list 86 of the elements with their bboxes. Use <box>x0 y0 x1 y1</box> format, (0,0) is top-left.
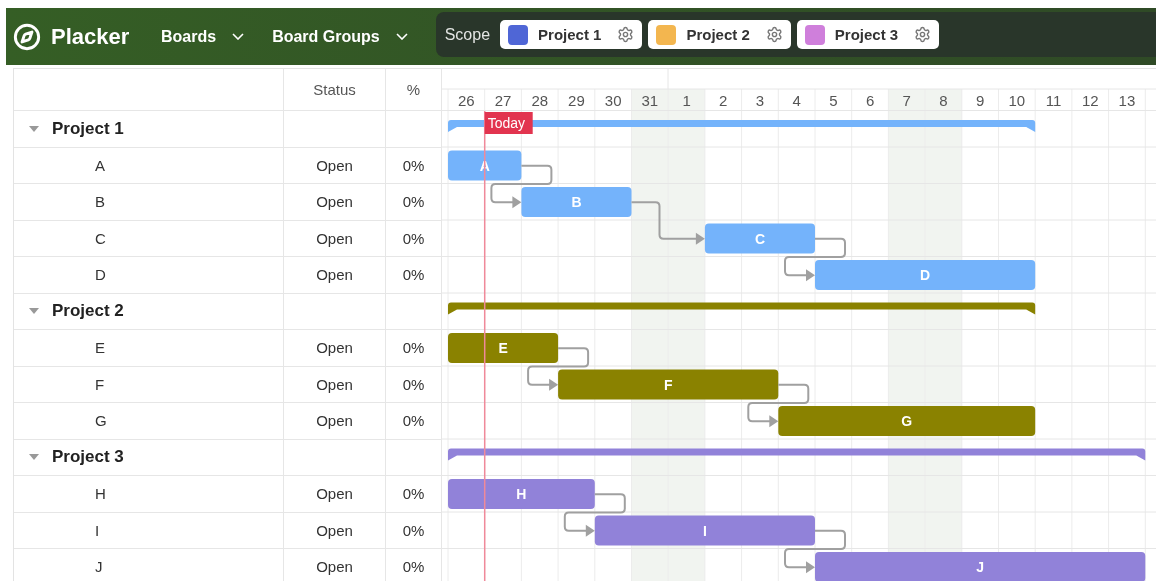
nav-menu[interactable]: Board Groups <box>272 27 408 46</box>
status-text: Open <box>316 485 353 503</box>
dependency-arrow <box>490 164 553 209</box>
task-bar[interactable]: H <box>448 479 595 509</box>
today-marker: Today <box>484 112 533 134</box>
task-bar[interactable]: J <box>815 552 1146 581</box>
day-label: 29 <box>568 92 585 109</box>
dependency-arrow <box>527 347 590 391</box>
dependency-arrow <box>747 383 810 428</box>
column-header: Status <box>313 81 356 98</box>
settings-icon[interactable] <box>617 26 635 43</box>
caret-icon[interactable] <box>29 125 39 132</box>
scope-label: Scope <box>444 25 491 44</box>
task-bar[interactable]: F <box>558 369 779 400</box>
task-name: E <box>95 339 105 357</box>
percent-text: 0% <box>402 521 425 539</box>
day-label: 4 <box>792 92 801 109</box>
task-bar[interactable]: B <box>521 187 632 217</box>
task-name: B <box>95 193 105 211</box>
percent-text: 0% <box>402 156 425 174</box>
status-text: Open <box>316 412 353 430</box>
chevron-icon <box>395 33 408 40</box>
logo-icon <box>13 22 41 51</box>
task-bar[interactable]: D <box>815 260 1036 290</box>
day-label: 5 <box>829 92 838 109</box>
day-label: 30 <box>604 92 622 109</box>
project-chip[interactable]: Project 1 <box>500 20 643 49</box>
percent-text: 0% <box>402 485 425 503</box>
app-name: Placker <box>51 23 130 50</box>
status-text: Open <box>316 521 353 539</box>
group-name: Project 1 <box>52 118 124 139</box>
group-name: Project 2 <box>52 301 124 322</box>
dependency-arrow <box>784 529 846 574</box>
day-label: 10 <box>1008 92 1026 109</box>
task-name: G <box>95 412 107 430</box>
task-name: J <box>95 558 103 576</box>
day-label: 8 <box>939 92 948 109</box>
status-text: Open <box>316 266 353 284</box>
task-name: H <box>95 485 106 503</box>
dependency-arrow <box>563 493 626 537</box>
task-bar[interactable]: I <box>594 515 815 546</box>
group-name: Project 3 <box>52 447 124 468</box>
task-bar[interactable]: G <box>778 406 1036 436</box>
nav-menu[interactable]: Boards <box>161 27 245 46</box>
caret-icon[interactable] <box>29 454 39 461</box>
percent-text: 0% <box>402 558 425 576</box>
percent-text: 0% <box>402 229 425 247</box>
status-text: Open <box>316 375 353 393</box>
column-header: % <box>406 81 421 98</box>
day-label: 3 <box>755 92 765 109</box>
day-label: 13 <box>1118 92 1136 109</box>
percent-text: 0% <box>402 375 425 393</box>
day-label: 12 <box>1081 92 1099 109</box>
task-bar[interactable]: C <box>704 223 815 254</box>
percent-text: 0% <box>402 412 425 430</box>
day-label: 1 <box>682 92 691 109</box>
percent-text: 0% <box>402 193 425 211</box>
day-label: 27 <box>494 92 512 109</box>
status-text: Open <box>316 193 353 211</box>
task-name: F <box>95 375 105 393</box>
task-name: C <box>95 229 106 247</box>
task-name: D <box>95 266 106 284</box>
percent-text: 0% <box>402 339 425 357</box>
status-text: Open <box>316 156 353 174</box>
percent-text: 0% <box>402 266 425 284</box>
settings-icon[interactable] <box>914 26 932 43</box>
status-text: Open <box>316 229 353 247</box>
chevron-icon <box>232 33 245 40</box>
project-chip[interactable]: Project 3 <box>796 20 940 49</box>
settings-icon[interactable] <box>765 26 783 43</box>
day-label: 6 <box>865 92 875 109</box>
task-bar[interactable]: E <box>448 333 559 363</box>
project-chip[interactable]: Project 2 <box>648 20 791 49</box>
task-name: I <box>95 521 100 539</box>
status-text: Open <box>316 558 353 576</box>
day-label: 28 <box>531 92 549 109</box>
day-label: 9 <box>976 92 985 109</box>
task-name: A <box>95 156 105 174</box>
day-label: 2 <box>719 92 728 109</box>
status-text: Open <box>316 339 353 357</box>
day-label: 7 <box>902 92 911 109</box>
dependency-arrow <box>784 237 846 282</box>
caret-icon[interactable] <box>29 308 39 315</box>
day-label: 31 <box>641 92 659 109</box>
day-label: 26 <box>458 92 475 109</box>
day-label: 11 <box>1045 92 1062 109</box>
